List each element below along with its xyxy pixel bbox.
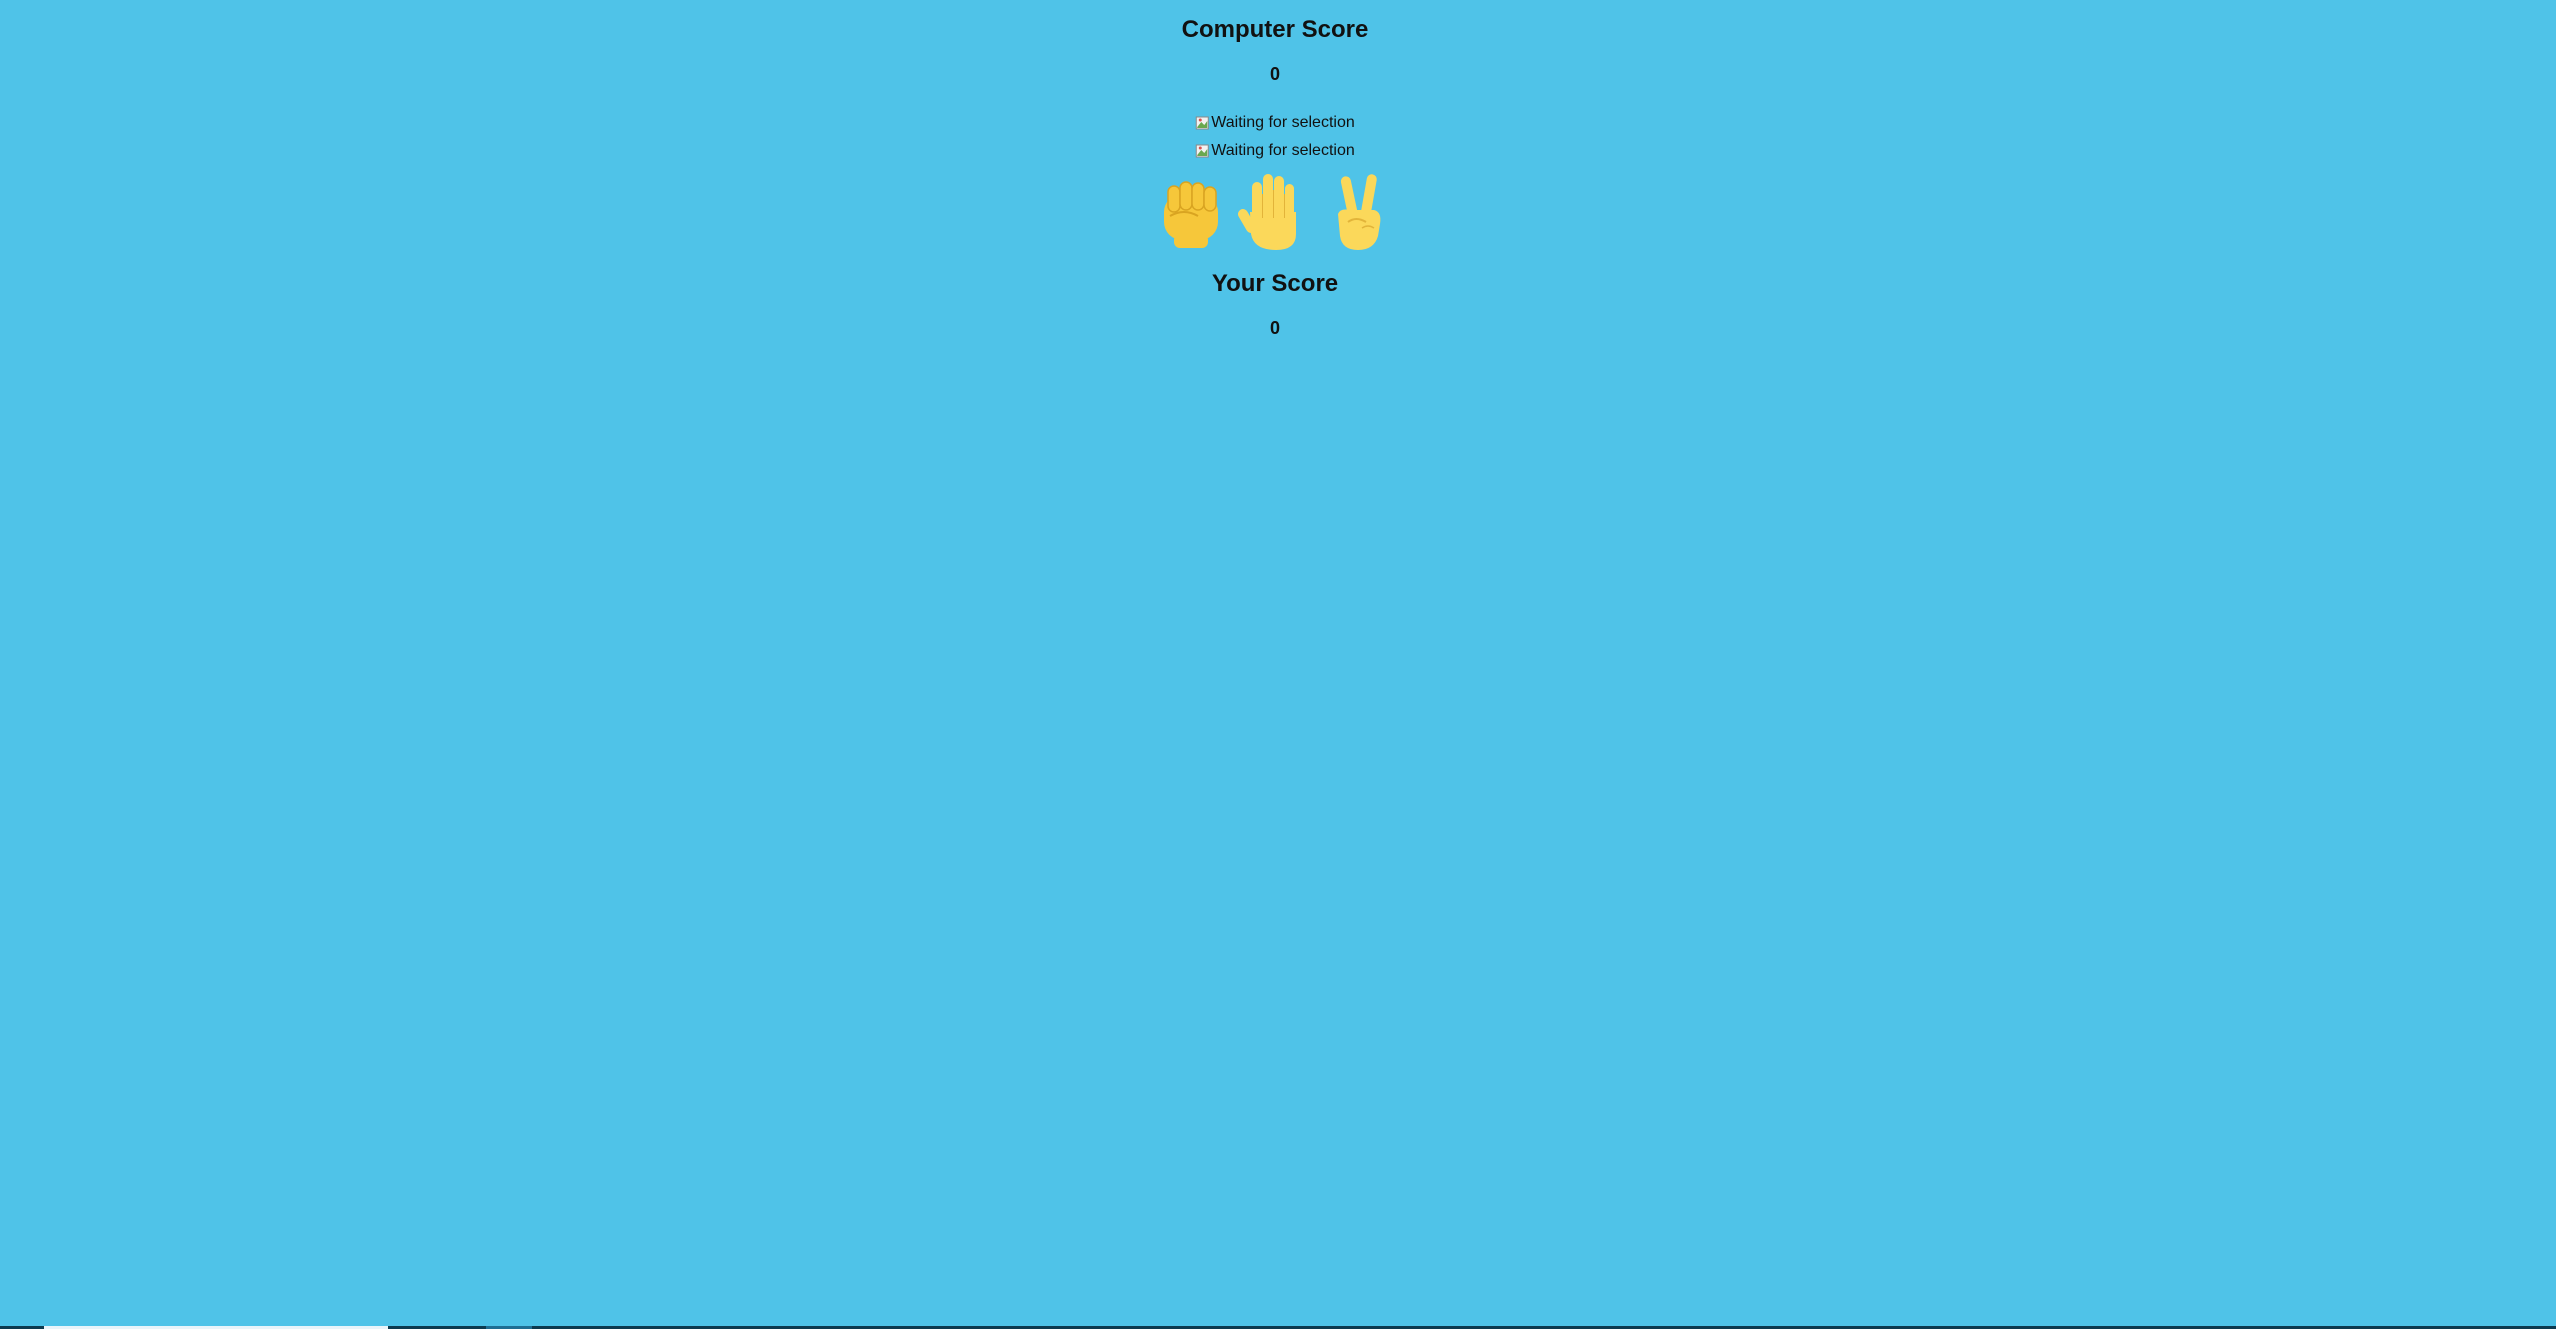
player-selection-image: Waiting for selection: [1195, 142, 1355, 160]
raised-hand-icon: [1238, 174, 1296, 250]
computer-selection-alt-text: Waiting for selection: [1211, 114, 1355, 131]
player-selection-alt-text: Waiting for selection: [1211, 142, 1355, 159]
choice-buttons: [1154, 172, 1396, 252]
scissors-button[interactable]: [1322, 172, 1396, 252]
player-score-value: 0: [1269, 318, 1281, 338]
rock-button[interactable]: [1154, 172, 1228, 252]
computer-selection-image: Waiting for selection: [1195, 114, 1355, 132]
computer-score-heading: Computer Score: [1181, 16, 1369, 43]
broken-image-icon: [1195, 116, 1209, 130]
raised-fist-icon: [1164, 181, 1218, 248]
paper-button[interactable]: [1238, 172, 1312, 252]
victory-hand-icon: [1338, 174, 1381, 250]
game-page: Computer Score 0 Waiting for selection W…: [0, 0, 2556, 1329]
computer-score-value: 0: [1269, 64, 1281, 84]
broken-image-icon: [1195, 144, 1209, 158]
player-score-heading: Your Score: [1211, 270, 1339, 297]
